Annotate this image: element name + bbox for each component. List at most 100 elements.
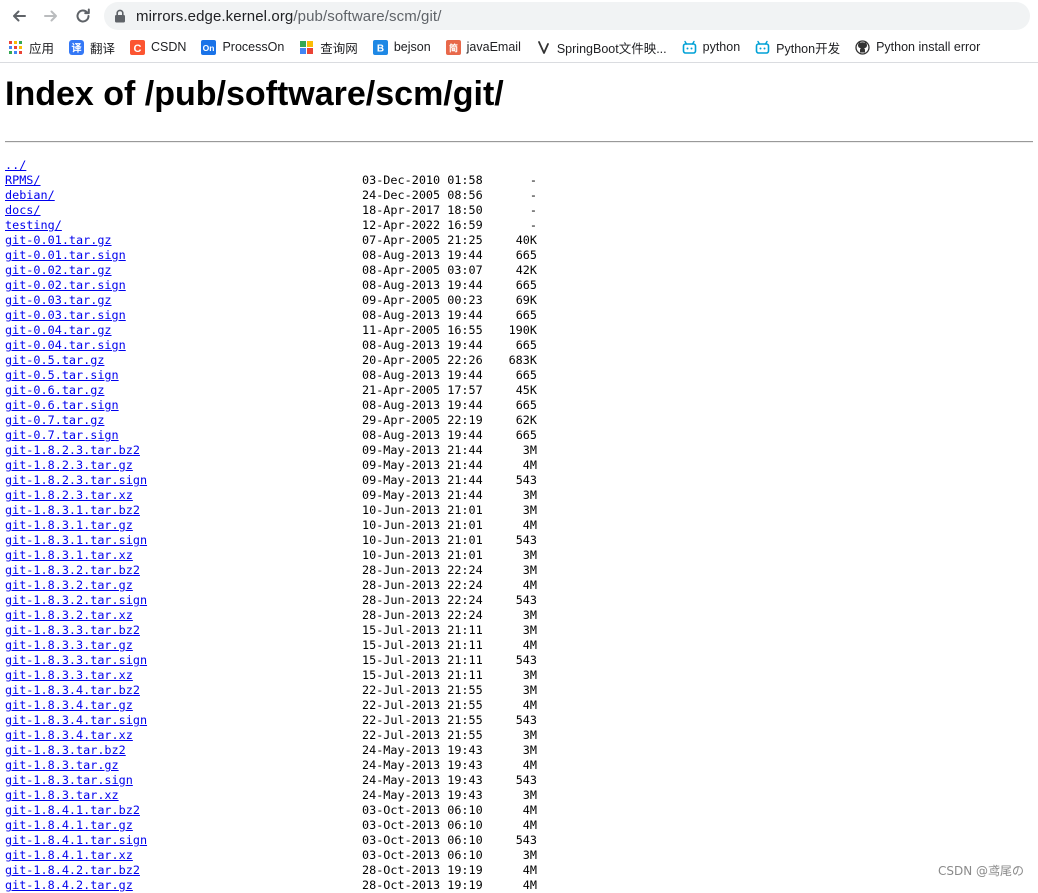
file-link[interactable]: debian/ xyxy=(5,188,55,202)
file-date: 29-Apr-2005 22:19 xyxy=(362,413,483,427)
file-date: 21-Apr-2005 17:57 xyxy=(362,383,483,397)
file-link[interactable]: git-1.8.2.3.tar.gz xyxy=(5,458,133,472)
listing-row: git-1.8.4.1.tar.gz 03-Oct-2013 06:10 4M xyxy=(5,818,1038,833)
file-link[interactable]: git-1.8.4.1.tar.gz xyxy=(5,818,133,832)
file-link[interactable]: git-0.6.tar.gz xyxy=(5,383,104,397)
listing-row: git-0.7.tar.sign 08-Aug-2013 19:44 665 xyxy=(5,428,1038,443)
file-link[interactable]: git-0.02.tar.sign xyxy=(5,278,126,292)
bookmark-item[interactable]: 简 javaEmail xyxy=(445,39,521,55)
file-link[interactable]: git-1.8.3.tar.bz2 xyxy=(5,743,126,757)
file-link[interactable]: git-1.8.3.3.tar.sign xyxy=(5,653,147,667)
bookmark-item[interactable]: 查询网 xyxy=(299,38,358,57)
file-link[interactable]: git-1.8.4.1.tar.sign xyxy=(5,833,147,847)
listing-row: git-1.8.2.3.tar.gz 09-May-2013 21:44 4M xyxy=(5,458,1038,473)
bookmark-item[interactable]: On ProcessOn xyxy=(201,39,285,55)
svg-text:译: 译 xyxy=(72,41,83,54)
bookmark-item[interactable]: C CSDN xyxy=(130,39,187,55)
file-date: 22-Jul-2013 21:55 xyxy=(362,683,483,697)
file-link[interactable]: git-1.8.3.tar.sign xyxy=(5,773,133,787)
bookmark-label: ProcessOn xyxy=(222,40,285,54)
file-date: 28-Oct-2013 19:19 xyxy=(362,878,483,892)
file-link[interactable]: git-1.8.4.2.tar.gz xyxy=(5,878,133,892)
file-date: 20-Apr-2005 22:26 xyxy=(362,353,483,367)
file-date: 09-May-2013 21:44 xyxy=(362,488,483,502)
file-link[interactable]: git-1.8.4.1.tar.xz xyxy=(5,848,133,862)
bookmark-item[interactable]: Python install error xyxy=(855,39,980,55)
file-link[interactable]: git-1.8.3.tar.xz xyxy=(5,788,119,802)
bookmark-label: CSDN xyxy=(151,40,187,54)
listing-row: git-1.8.3.2.tar.gz 28-Jun-2013 22:24 4M xyxy=(5,578,1038,593)
file-link[interactable]: git-0.5.tar.sign xyxy=(5,368,119,382)
file-link[interactable]: git-1.8.3.1.tar.bz2 xyxy=(5,503,140,517)
bookmark-item[interactable]: 应用 xyxy=(8,38,54,57)
listing-row: git-1.8.3.4.tar.gz 22-Jul-2013 21:55 4M xyxy=(5,698,1038,713)
file-link[interactable]: git-1.8.3.3.tar.bz2 xyxy=(5,623,140,637)
file-link[interactable]: git-1.8.2.3.tar.sign xyxy=(5,473,147,487)
file-date: 15-Jul-2013 21:11 xyxy=(362,638,483,652)
file-link[interactable]: docs/ xyxy=(5,203,41,217)
bookmark-item[interactable]: SpringBoot文件映... xyxy=(536,38,667,57)
file-date: 09-May-2013 21:44 xyxy=(362,458,483,472)
file-link[interactable]: git-1.8.2.3.tar.xz xyxy=(5,488,133,502)
file-link[interactable]: git-1.8.3.1.tar.gz xyxy=(5,518,133,532)
file-link[interactable]: git-0.01.tar.gz xyxy=(5,233,112,247)
file-link[interactable]: git-1.8.4.2.tar.bz2 xyxy=(5,863,140,877)
file-size: 665 xyxy=(515,308,537,322)
file-link[interactable]: git-0.04.tar.gz xyxy=(5,323,112,337)
apps-grid-icon xyxy=(8,40,23,55)
file-link[interactable]: git-0.6.tar.sign xyxy=(5,398,119,412)
file-link[interactable]: git-0.04.tar.sign xyxy=(5,338,126,352)
file-link[interactable]: git-0.7.tar.gz xyxy=(5,413,104,427)
file-link[interactable]: git-1.8.3.2.tar.sign xyxy=(5,593,147,607)
url-text[interactable]: mirrors.edge.kernel.org/pub/software/scm… xyxy=(136,8,441,25)
file-link[interactable]: git-1.8.2.3.tar.bz2 xyxy=(5,443,140,457)
file-link[interactable]: git-1.8.3.tar.gz xyxy=(5,758,119,772)
file-link[interactable]: git-1.8.3.1.tar.sign xyxy=(5,533,147,547)
file-date: 07-Apr-2005 21:25 xyxy=(362,233,483,247)
listing-row: git-0.04.tar.sign 08-Aug-2013 19:44 665 xyxy=(5,338,1038,353)
file-link[interactable]: git-0.03.tar.gz xyxy=(5,293,112,307)
csdn-icon: C xyxy=(130,39,146,55)
svg-text:B: B xyxy=(377,43,384,54)
listing-row: git-0.5.tar.gz 20-Apr-2005 22:26 683K xyxy=(5,353,1038,368)
listing-row: git-0.5.tar.sign 08-Aug-2013 19:44 665 xyxy=(5,368,1038,383)
bejson-icon: B xyxy=(372,39,388,55)
listing-row: git-1.8.3.2.tar.sign 28-Jun-2013 22:24 543 xyxy=(5,593,1038,608)
file-size: 4M xyxy=(522,458,537,472)
file-size: - xyxy=(529,188,537,202)
bookmark-item[interactable]: Bbejson xyxy=(372,39,431,55)
file-link[interactable]: git-0.03.tar.sign xyxy=(5,308,126,322)
bookmark-item[interactable]: python xyxy=(682,40,740,55)
file-link[interactable]: testing/ xyxy=(5,218,62,232)
file-link[interactable]: git-1.8.3.3.tar.gz xyxy=(5,638,133,652)
file-link[interactable]: RPMS/ xyxy=(5,173,41,187)
file-link[interactable]: git-0.01.tar.sign xyxy=(5,248,126,262)
file-link[interactable]: git-1.8.3.1.tar.xz xyxy=(5,548,133,562)
file-date: 15-Jul-2013 21:11 xyxy=(362,653,483,667)
reload-button[interactable] xyxy=(70,2,96,30)
file-link[interactable]: ../ xyxy=(5,158,26,172)
file-link[interactable]: git-1.8.3.4.tar.bz2 xyxy=(5,683,140,697)
file-link[interactable]: git-1.8.3.2.tar.bz2 xyxy=(5,563,140,577)
file-link[interactable]: git-1.8.3.2.tar.gz xyxy=(5,578,133,592)
reload-icon xyxy=(76,8,90,23)
page-title: Index of /pub/software/scm/git/ xyxy=(5,75,504,113)
file-link[interactable]: git-1.8.3.3.tar.xz xyxy=(5,668,133,682)
file-link[interactable]: git-0.5.tar.gz xyxy=(5,353,104,367)
file-link[interactable]: git-0.02.tar.gz xyxy=(5,263,112,277)
file-link[interactable]: git-1.8.3.2.tar.xz xyxy=(5,608,133,622)
file-link[interactable]: git-1.8.3.4.tar.gz xyxy=(5,698,133,712)
bookmark-item[interactable]: 译翻译 xyxy=(69,38,115,57)
file-link[interactable]: git-1.8.4.1.tar.bz2 xyxy=(5,803,140,817)
forward-button[interactable] xyxy=(38,2,64,30)
listing-row: docs/18-Apr-2017 18:50 - xyxy=(5,203,1038,218)
file-size: 683K xyxy=(508,353,537,367)
file-link[interactable]: git-1.8.3.4.tar.sign xyxy=(5,713,147,727)
file-link[interactable]: git-0.7.tar.sign xyxy=(5,428,119,442)
url-path: /pub/software/scm/git/ xyxy=(293,7,442,25)
bookmark-item[interactable]: Python开发 xyxy=(755,38,840,57)
file-link[interactable]: git-1.8.3.4.tar.xz xyxy=(5,728,133,742)
back-button[interactable] xyxy=(6,2,32,30)
file-size: 4M xyxy=(522,758,537,772)
address-bar[interactable]: mirrors.edge.kernel.org/pub/software/scm… xyxy=(104,2,1030,30)
